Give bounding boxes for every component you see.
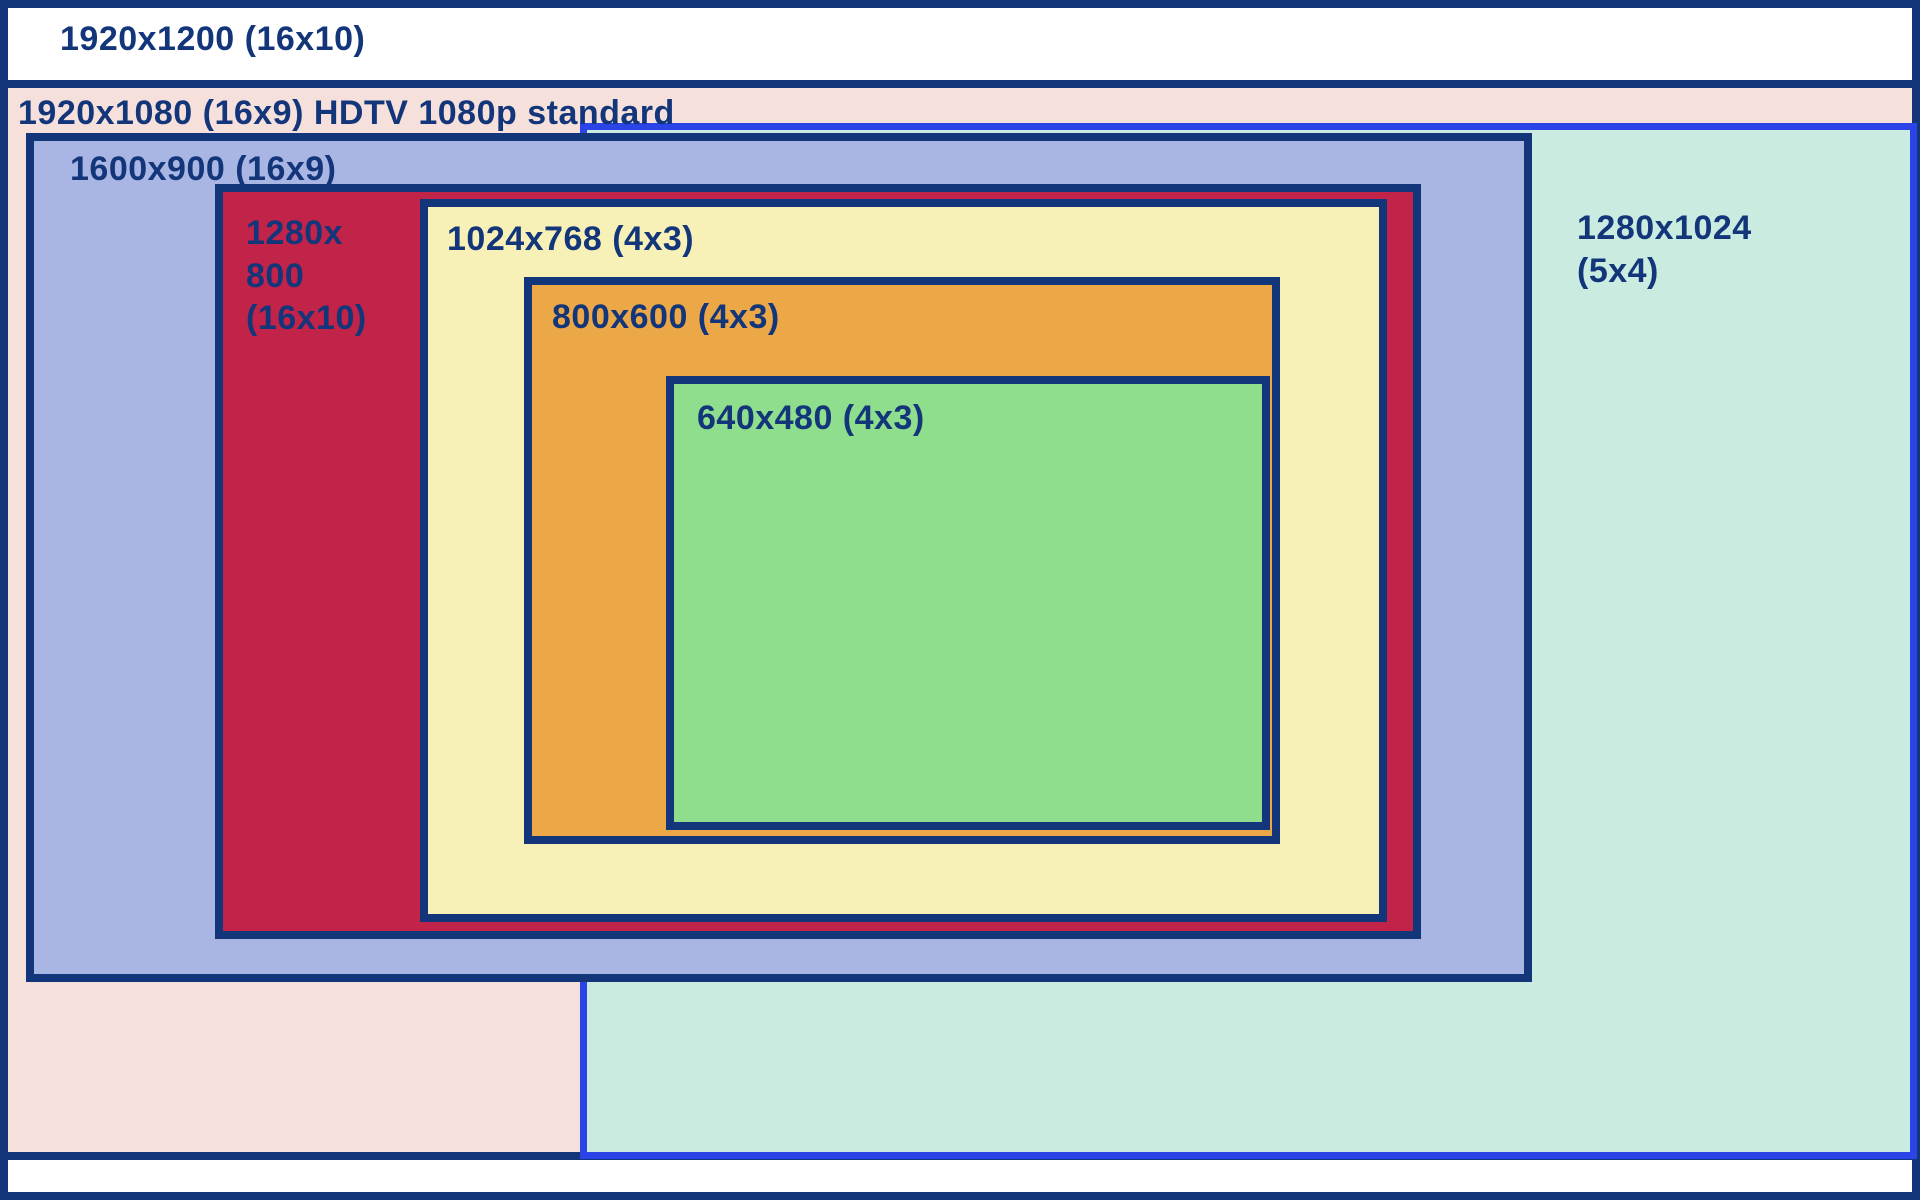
label-1920x1200: 1920x1200 (16x10) [60, 18, 365, 61]
label-640x480: 640x480 (4x3) [697, 397, 925, 440]
label-1600x900: 1600x900 (16x9) [70, 148, 337, 191]
box-640x480 [666, 376, 1270, 830]
label-1280x1024: 1280x1024 (5x4) [1577, 207, 1752, 292]
label-1920x1080: 1920x1080 (16x9) HDTV 1080p standard [18, 92, 675, 135]
resolution-diagram: 1920x1200 (16x10) 1920x1080 (16x9) HDTV … [0, 0, 1920, 1200]
label-1280x800: 1280x 800 (16x10) [246, 212, 367, 340]
label-800x600: 800x600 (4x3) [552, 296, 780, 339]
label-1024x768: 1024x768 (4x3) [447, 218, 694, 261]
